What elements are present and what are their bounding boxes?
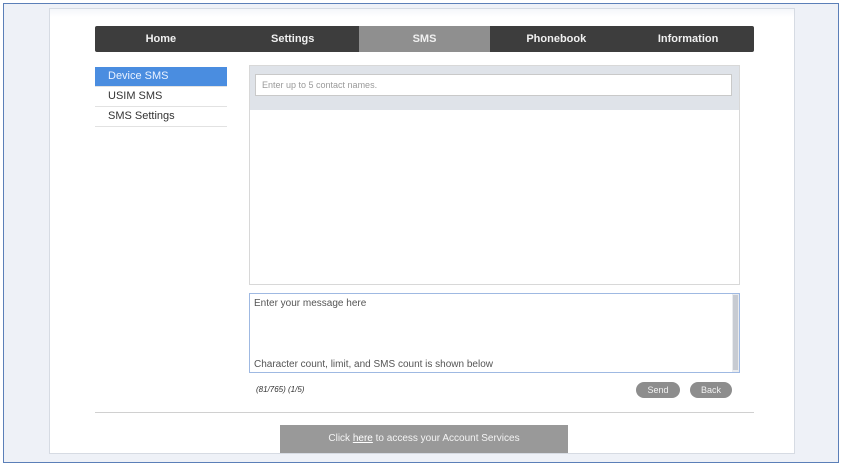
send-button[interactable]: Send	[636, 382, 680, 398]
sms-sidebar: Device SMS USIM SMS SMS Settings	[95, 67, 227, 127]
tab-settings[interactable]: Settings	[227, 26, 359, 52]
recipients-bar: Enter up to 5 contact names.	[250, 66, 739, 110]
footer-divider	[95, 412, 754, 413]
account-text-prefix: Click	[328, 433, 353, 444]
message-textarea[interactable]: Enter your message here Character count,…	[249, 293, 740, 373]
back-button[interactable]: Back	[690, 382, 732, 398]
message-line-2: Character count, limit, and SMS count is…	[254, 359, 493, 370]
account-services-link[interactable]: here	[353, 433, 373, 444]
tab-information[interactable]: Information	[622, 26, 754, 52]
recipients-input[interactable]: Enter up to 5 contact names.	[255, 74, 732, 96]
message-line-1: Enter your message here	[254, 298, 367, 309]
tab-phonebook[interactable]: Phonebook	[490, 26, 622, 52]
page-panel: Home Settings SMS Phonebook Information …	[49, 8, 795, 454]
account-text-suffix: to access your Account Services	[372, 433, 520, 444]
top-strip	[50, 9, 794, 17]
account-services-button[interactable]: Click here to access your Account Servic…	[280, 425, 568, 453]
sidebar-item-sms-settings[interactable]: SMS Settings	[95, 107, 227, 127]
character-count: (81/765) (1/5)	[256, 385, 305, 394]
conversation-area: Enter up to 5 contact names.	[249, 65, 740, 285]
tab-home[interactable]: Home	[95, 26, 227, 52]
message-scrollbar[interactable]	[732, 294, 739, 372]
sidebar-item-device-sms[interactable]: Device SMS	[95, 67, 227, 87]
message-scroll-thumb[interactable]	[733, 295, 738, 370]
sidebar-item-usim-sms[interactable]: USIM SMS	[95, 87, 227, 107]
tab-sms[interactable]: SMS	[358, 26, 491, 52]
screenshot-frame: Home Settings SMS Phonebook Information …	[3, 3, 839, 463]
main-nav: Home Settings SMS Phonebook Information	[95, 26, 754, 52]
